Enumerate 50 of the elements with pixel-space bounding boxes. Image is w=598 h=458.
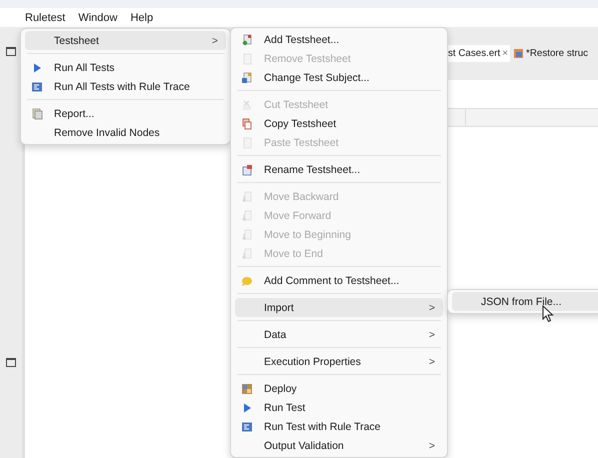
submenu-arrow: > — [428, 440, 435, 452]
menu-item[interactable]: Copy Testsheet — [235, 114, 443, 133]
play-icon — [241, 402, 253, 414]
menu-item[interactable]: Deploy — [235, 379, 443, 398]
menu-item[interactable]: Data > — [235, 325, 443, 344]
sheet-icon — [241, 136, 253, 148]
menu-item[interactable]: Execution Properties > — [235, 352, 443, 371]
submenu-arrow: > — [428, 328, 435, 340]
menu-item[interactable]: Testsheet > — [25, 31, 226, 50]
menu-item[interactable]: Import > — [235, 298, 443, 317]
menu-item[interactable]: Rename Testsheet... — [235, 160, 443, 179]
menu-item[interactable]: Run Test — [235, 398, 443, 417]
trace-icon — [31, 80, 43, 92]
editor-tab[interactable]: st Cases.ert × — [446, 45, 510, 62]
deploy-icon — [241, 382, 253, 394]
arrow-icon — [241, 210, 253, 222]
report-icon — [31, 108, 43, 120]
menu-item[interactable]: Add Testsheet... — [235, 30, 443, 49]
menu-title[interactable]: Help — [130, 12, 154, 24]
menu-item[interactable]: Run Test with Rule Trace — [235, 417, 443, 436]
add-sheet-icon — [241, 34, 253, 46]
menu-item[interactable]: Change Test Subject... — [235, 68, 443, 87]
sheet-icon — [241, 52, 253, 64]
submenu-arrow: > — [428, 302, 435, 314]
rename-icon — [241, 164, 253, 176]
submenu-arrow: > — [212, 34, 218, 46]
file-icon — [514, 48, 524, 58]
menu-title[interactable]: Ruletest — [25, 12, 66, 24]
menu-item[interactable]: Add Comment to Testsheet... — [235, 271, 443, 290]
menu-item[interactable]: JSON from File... — [452, 292, 598, 311]
sheet-icon — [241, 72, 253, 84]
comment-icon — [241, 274, 253, 286]
menu-item[interactable]: Output Validation > — [235, 436, 443, 455]
close-icon[interactable]: × — [502, 48, 508, 59]
cut-icon — [241, 98, 253, 110]
menu-item[interactable]: Remove Invalid Nodes — [25, 123, 226, 142]
copy-icon — [241, 118, 253, 130]
menu-item[interactable]: Run All Tests — [25, 58, 226, 77]
submenu-arrow: > — [428, 356, 435, 368]
menu-title[interactable]: Window — [78, 12, 118, 24]
arrow-icon — [241, 248, 253, 260]
editor-tab[interactable]: *Restore struc — [512, 45, 590, 62]
trace-icon — [241, 420, 253, 432]
menu-item[interactable]: Report... — [25, 104, 226, 123]
restore-icon[interactable] — [6, 47, 16, 56]
arrow-icon — [241, 228, 253, 240]
play-icon — [31, 62, 43, 74]
menu-item[interactable]: Run All Tests with Rule Trace — [25, 77, 226, 96]
arrow-icon — [241, 190, 253, 202]
restore-icon[interactable] — [6, 358, 16, 367]
